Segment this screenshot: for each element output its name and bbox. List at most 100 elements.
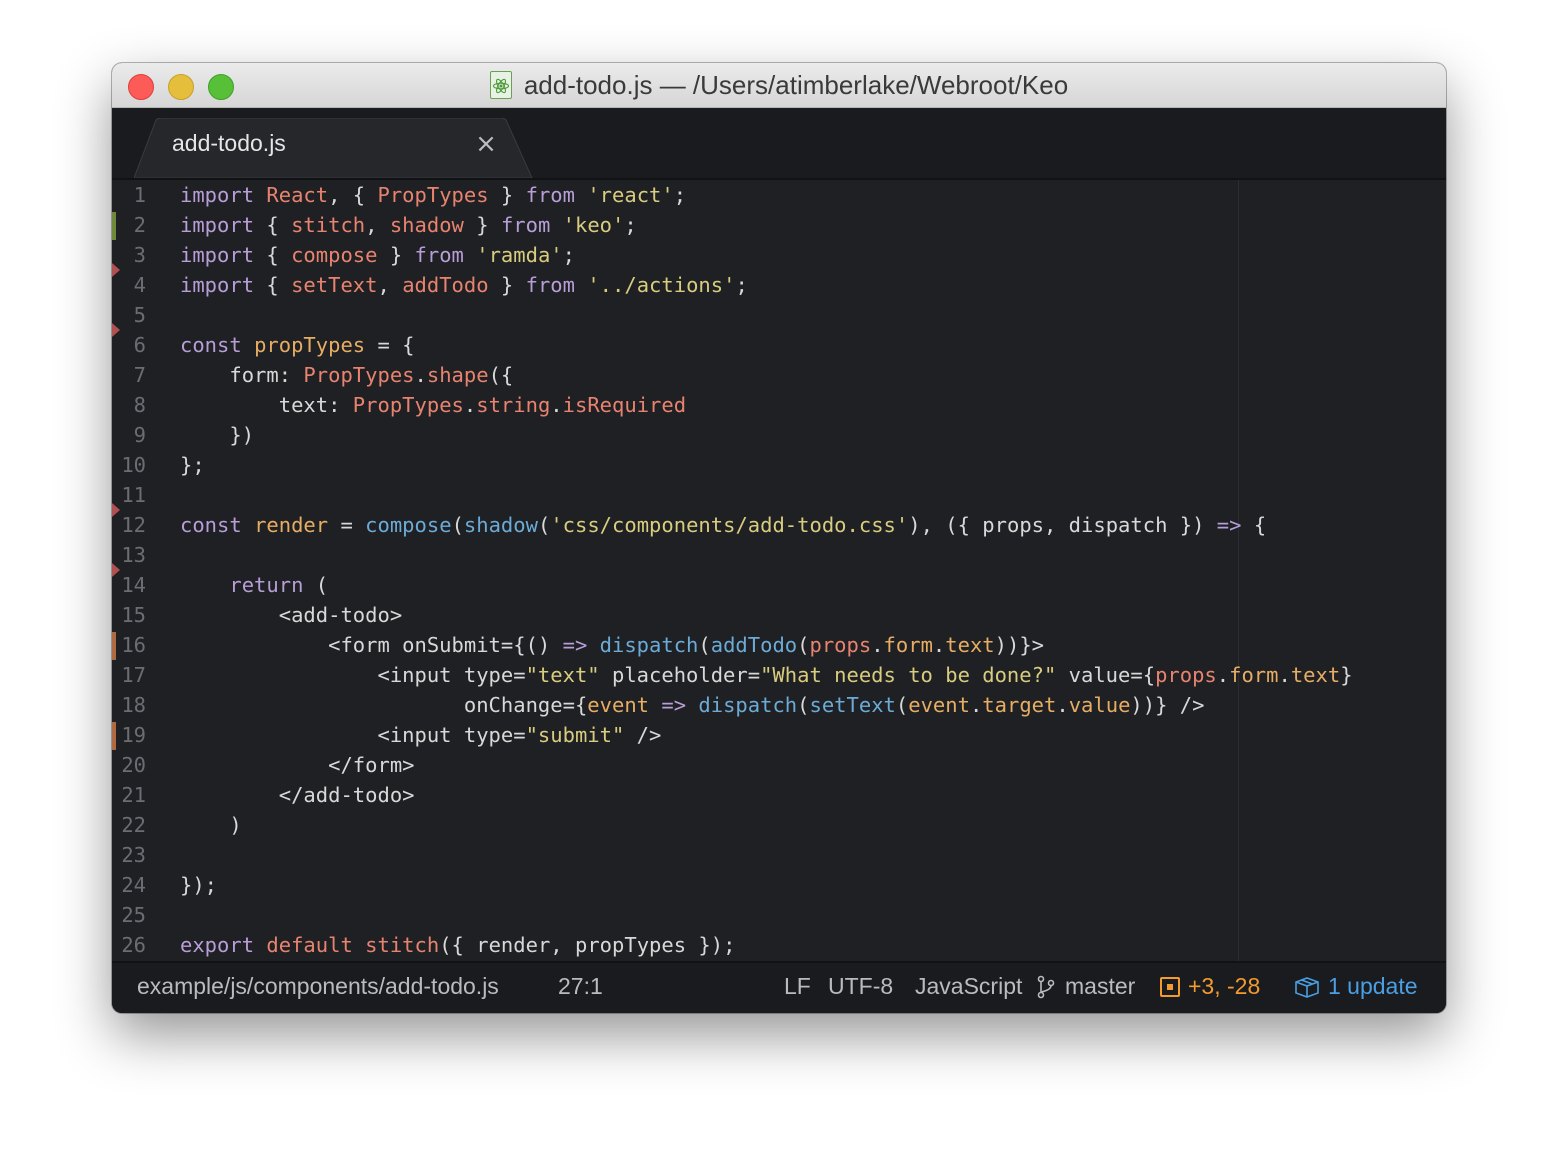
code-line[interactable]: 17 <input type="text" placeholder="What … xyxy=(112,660,1446,690)
code-text: <input type="submit" /> xyxy=(180,723,661,747)
status-file-path[interactable]: example/js/components/add-todo.js xyxy=(137,973,499,1000)
line-number[interactable]: 10 xyxy=(112,450,146,480)
code-line[interactable]: 3 import { compose } from 'ramda'; xyxy=(112,240,1446,270)
code-token: ({ xyxy=(488,363,514,387)
status-package-updates[interactable]: 1 update xyxy=(1294,973,1418,1000)
code-token: 'ramda' xyxy=(476,243,563,267)
code-line[interactable]: 26 export default stitch({ render, propTy… xyxy=(112,930,1446,960)
code-token: . xyxy=(871,633,884,657)
line-number[interactable]: 19 xyxy=(112,720,146,750)
code-line[interactable]: 9 }) xyxy=(112,420,1446,450)
line-number[interactable]: 22 xyxy=(112,810,146,840)
status-branch[interactable]: master xyxy=(1037,973,1135,1000)
status-grammar[interactable]: JavaScript xyxy=(915,973,1022,1000)
code-text: ) xyxy=(180,813,241,837)
code-line[interactable]: 14 return ( xyxy=(112,570,1446,600)
code-lines[interactable]: 1 import React, { PropTypes } from 'react… xyxy=(112,180,1446,960)
code-token: render xyxy=(254,513,329,537)
line-number[interactable]: 20 xyxy=(112,750,146,780)
code-line[interactable]: 15 <add-todo> xyxy=(112,600,1446,630)
status-cursor-position[interactable]: 27:1 xyxy=(558,973,603,1000)
code-token: = { xyxy=(365,333,415,357)
code-token: addTodo xyxy=(402,273,489,297)
code-token: ))} /> xyxy=(1130,693,1205,717)
code-line[interactable]: 18 onChange={event => dispatch(setText(e… xyxy=(112,690,1446,720)
tab-add-todo-js[interactable]: add-todo.js × xyxy=(134,118,534,178)
line-number[interactable]: 21 xyxy=(112,780,146,810)
line-number[interactable]: 17 xyxy=(112,660,146,690)
code-token: ({ render, propTypes }); xyxy=(439,933,736,957)
code-line[interactable]: 23 xyxy=(112,840,1446,870)
line-number[interactable]: 7 xyxy=(112,360,146,390)
code-line[interactable]: 19 <input type="submit" /> xyxy=(112,720,1446,750)
line-number[interactable]: 14 xyxy=(112,570,146,600)
line-number[interactable]: 25 xyxy=(112,900,146,930)
code-token: /> xyxy=(624,723,662,747)
code-token: ; xyxy=(562,243,575,267)
code-token: }); xyxy=(180,873,218,897)
code-token: ( xyxy=(797,693,810,717)
line-number[interactable]: 18 xyxy=(112,690,146,720)
code-token: import xyxy=(180,183,267,207)
line-number[interactable]: 26 xyxy=(112,930,146,960)
tab-label: add-todo.js xyxy=(172,130,286,156)
line-number[interactable]: 4 xyxy=(112,270,146,300)
code-line[interactable]: 22 ) xyxy=(112,810,1446,840)
line-number[interactable]: 5 xyxy=(112,300,146,330)
code-line[interactable]: 6 const propTypes = { xyxy=(112,330,1446,360)
tab-close-icon[interactable]: × xyxy=(474,131,498,157)
code-line[interactable]: 1 import React, { PropTypes } from 'react… xyxy=(112,180,1446,210)
code-line[interactable]: 24}); xyxy=(112,870,1446,900)
code-token: <input type= xyxy=(180,663,526,687)
line-number[interactable]: 3 xyxy=(112,240,146,270)
code-line[interactable]: 10}; xyxy=(112,450,1446,480)
line-number[interactable]: 11 xyxy=(112,480,146,510)
code-line[interactable]: 5 xyxy=(112,300,1446,330)
code-editor[interactable]: 1 import React, { PropTypes } from 'react… xyxy=(112,180,1446,962)
code-text: return ( xyxy=(180,573,328,597)
line-number[interactable]: 1 xyxy=(112,180,146,210)
code-text: export default stitch({ render, propType… xyxy=(180,933,735,957)
line-number[interactable]: 6 xyxy=(112,330,146,360)
line-number[interactable]: 8 xyxy=(112,390,146,420)
line-number[interactable]: 9 xyxy=(112,420,146,450)
status-line-ending[interactable]: LF xyxy=(784,973,811,1000)
code-token: propTypes xyxy=(254,333,366,357)
code-token: . xyxy=(969,693,983,717)
status-encoding[interactable]: UTF-8 xyxy=(828,973,893,1000)
code-token: , xyxy=(365,213,390,237)
code-line[interactable]: 13 xyxy=(112,540,1446,570)
code-line[interactable]: 16 <form onSubmit={() => dispatch(addTod… xyxy=(112,630,1446,660)
code-text: }); xyxy=(180,873,217,897)
code-token: setText xyxy=(291,273,378,297)
line-number[interactable]: 2 xyxy=(112,210,146,240)
line-number[interactable]: 13 xyxy=(112,540,146,570)
status-git-diff[interactable]: +3, -28 xyxy=(1160,973,1260,1000)
line-number[interactable]: 23 xyxy=(112,840,146,870)
line-number[interactable]: 16 xyxy=(112,630,146,660)
code-token: onChange={ xyxy=(180,693,588,717)
code-token: ; xyxy=(624,213,637,237)
code-token: , { xyxy=(328,183,378,207)
code-line[interactable]: 2 import { stitch, shadow } from 'keo'; xyxy=(112,210,1446,240)
code-token: text xyxy=(945,633,995,657)
line-number[interactable]: 15 xyxy=(112,600,146,630)
code-line[interactable]: 7 form: PropTypes.shape({ xyxy=(112,360,1446,390)
code-line[interactable]: 11 xyxy=(112,480,1446,510)
code-token: props xyxy=(809,633,872,657)
line-number[interactable]: 24 xyxy=(112,870,146,900)
code-token: . xyxy=(463,393,477,417)
code-token: stitch xyxy=(365,933,440,957)
code-token: . xyxy=(550,393,563,417)
code-line[interactable]: 20 </form> xyxy=(112,750,1446,780)
code-token: const xyxy=(180,333,255,357)
code-line[interactable]: 8 text: PropTypes.string.isRequired xyxy=(112,390,1446,420)
code-line[interactable]: 12 const render = compose(shadow('css/com… xyxy=(112,510,1446,540)
line-number[interactable]: 12 xyxy=(112,510,146,540)
code-line[interactable]: 21 </add-todo> xyxy=(112,780,1446,810)
code-line[interactable]: 25 xyxy=(112,900,1446,930)
code-line[interactable]: 4 import { setText, addTodo } from '../ac… xyxy=(112,270,1446,300)
code-token: . xyxy=(1216,663,1230,687)
code-text: <form onSubmit={() => dispatch(addTodo(p… xyxy=(180,633,1044,657)
